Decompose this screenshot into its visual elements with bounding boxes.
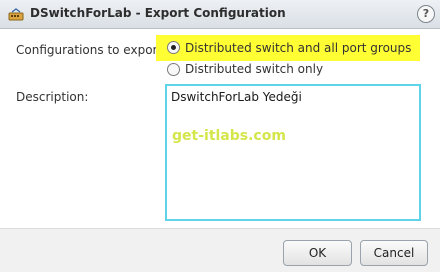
radio-switch-and-port-groups[interactable] bbox=[167, 41, 180, 54]
dialog-footer: OK Cancel bbox=[0, 228, 440, 272]
ok-button[interactable]: OK bbox=[283, 240, 352, 266]
cancel-button[interactable]: Cancel bbox=[360, 240, 428, 266]
configurations-label: Configurations to export: bbox=[16, 43, 167, 57]
radio-switch-only[interactable] bbox=[167, 63, 180, 76]
distributed-switch-icon bbox=[8, 7, 24, 23]
option-label-switch-only[interactable]: Distributed switch only bbox=[185, 62, 323, 76]
option-label-switch-and-port-groups[interactable]: Distributed switch and all port groups bbox=[185, 41, 411, 55]
description-label: Description: bbox=[16, 90, 89, 104]
radio-selected-dot bbox=[171, 45, 176, 50]
title-bar: DSwitchForLab - Export Configuration ? bbox=[0, 0, 440, 29]
description-field[interactable]: DswitchForLab Yedeği bbox=[167, 86, 419, 219]
description-field-frame: DswitchForLab Yedeği bbox=[165, 84, 421, 221]
dialog-title: DSwitchForLab - Export Configuration bbox=[30, 6, 286, 20]
help-button[interactable]: ? bbox=[417, 5, 435, 23]
